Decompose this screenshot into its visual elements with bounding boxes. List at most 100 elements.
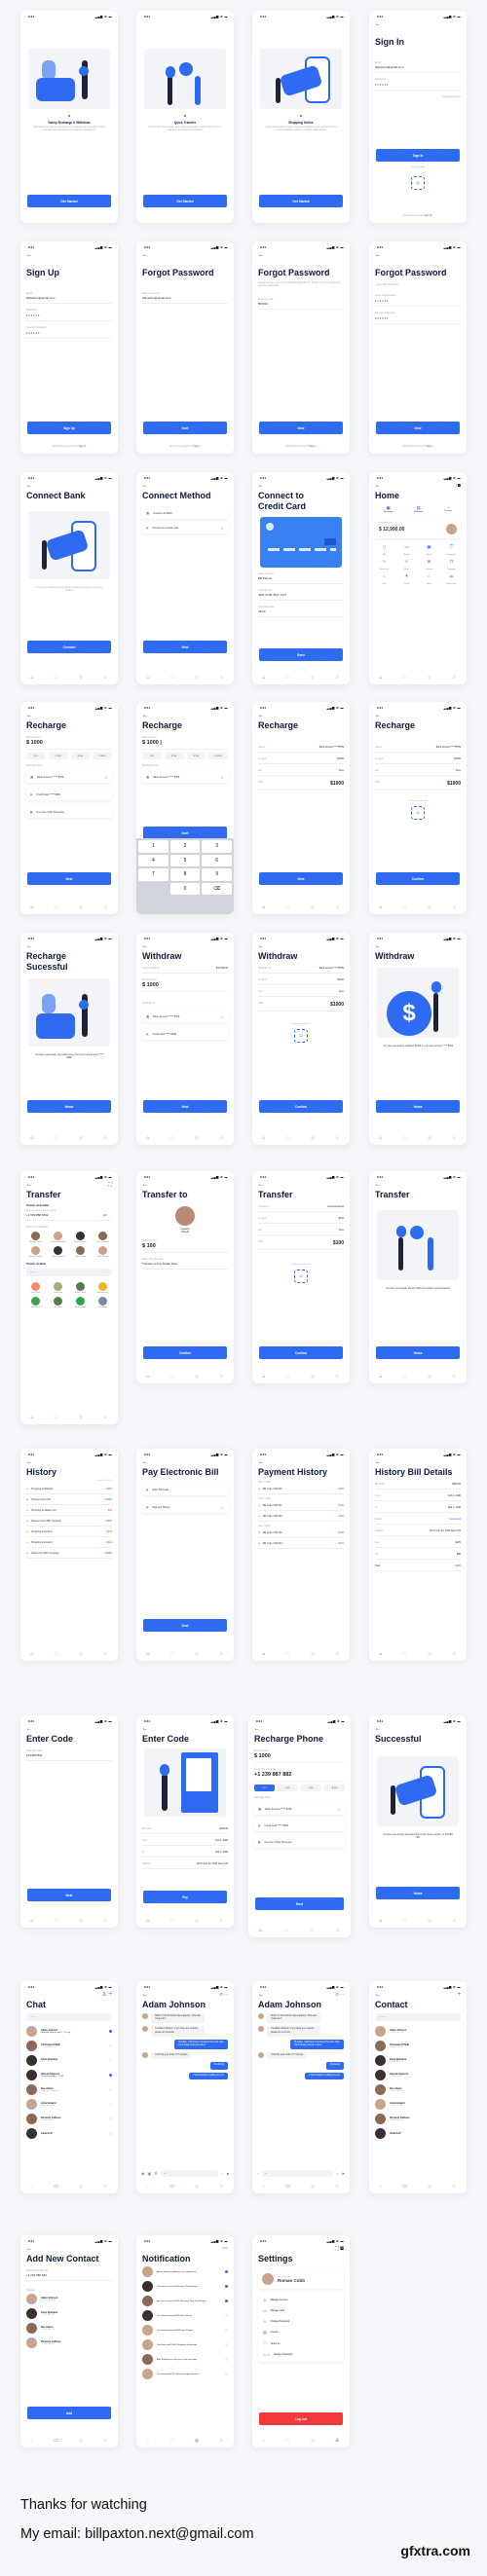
contact-item[interactable]: Christiana O'Neill +1 369 775 322 [369, 2039, 467, 2053]
chat-icon[interactable]: ▭ [285, 1651, 290, 1657]
back-arrow-icon[interactable]: ← [369, 711, 467, 720]
home-icon[interactable]: ⌂ [379, 1374, 382, 1380]
home-icon[interactable]: ⌂ [262, 2184, 265, 2190]
home-icon[interactable]: ⌂ [262, 904, 265, 910]
back-arrow-icon[interactable]: ← [20, 941, 118, 951]
back-arrow-icon[interactable]: ← [20, 250, 118, 260]
home-icon[interactable]: ⌂ [146, 1135, 149, 1141]
recent-contact[interactable]: Gordon Bost [69, 1246, 92, 1258]
back-arrow-icon[interactable]: ← [142, 1992, 148, 1998]
emoji-icon[interactable]: ○ [336, 2171, 338, 2176]
bill-row[interactable]: ⇥ Bill Code 1284724 - $100 [258, 1538, 344, 1549]
chat-item[interactable]: Amal Goff [20, 2126, 118, 2141]
home-icon[interactable]: ⌂ [30, 2438, 33, 2444]
next-button[interactable]: Next [143, 641, 227, 653]
notification-icon[interactable]: ◎ [428, 1918, 431, 1924]
contact-search-input[interactable]: Search ⚲ [375, 2013, 461, 2021]
chip[interactable]: $ 200 [70, 753, 91, 759]
back-arrow-icon[interactable]: ← [252, 941, 350, 951]
profile-icon[interactable]: ♙ [219, 1651, 223, 1657]
phone-call-icon[interactable]: ✆ [220, 1992, 223, 1997]
notification-icon[interactable]: ◎ [428, 1651, 431, 1657]
chat-icon[interactable]: ▭ [283, 1928, 288, 1933]
chip[interactable]: $ 1000 [208, 753, 228, 759]
recent-contact[interactable]: Monte Nasrat [69, 1232, 92, 1243]
chat-icon[interactable]: ▭ [285, 675, 290, 681]
recent-contact[interactable]: Cosmos Armund [47, 1232, 69, 1243]
back-arrow-icon[interactable]: ← [375, 1992, 381, 1998]
phone-field[interactable]: +1 509 888 6632 ▤ [26, 1212, 112, 1221]
chat-item[interactable]: Riccardo Calhoun See you soon [20, 2112, 118, 2126]
profile-icon[interactable]: ♙ [452, 1374, 456, 1380]
notification-icon[interactable]: ◎ [195, 1135, 199, 1141]
message-input[interactable]: Aa [261, 2170, 334, 2177]
sign-in-link[interactable]: Sign In [426, 446, 432, 448]
faceid-icon[interactable]: ☺ [294, 1270, 308, 1283]
back-arrow-icon[interactable]: ← [252, 250, 350, 260]
chat-icon[interactable]: ▭ [169, 1135, 174, 1141]
back-arrow-icon[interactable]: ← [258, 1992, 264, 1998]
home-icon[interactable]: ⌂ [262, 1651, 265, 1657]
suggested-contact[interactable]: Adam Johnson +1 305 530 1002 [20, 2292, 118, 2306]
back-arrow-icon[interactable]: ← [136, 941, 234, 951]
notification-icon[interactable]: ◎ [428, 675, 431, 681]
get-started-button[interactable]: Get Started [259, 195, 343, 207]
notification-item[interactable]: Ane has sent you $ 200. Message: Buy You… [136, 2294, 234, 2308]
chat-icon[interactable]: ▭ [54, 2438, 58, 2444]
notification-icon[interactable]: ◎ [79, 1651, 83, 1657]
withdraw-action[interactable]: ▥ Withdraw [414, 505, 423, 513]
sign-in-link[interactable]: Sign In [193, 446, 200, 448]
chat-item[interactable]: Keira Quintana Ok [20, 2053, 118, 2068]
bank-item[interactable]: Cake Bank [24, 1282, 47, 1294]
notification-icon[interactable]: ◎ [195, 675, 199, 681]
profile-icon[interactable]: ♙ [103, 1918, 107, 1924]
home-icon[interactable]: ⌂ [379, 1918, 382, 1924]
name-on-card-field[interactable]: Bill Paxton [258, 575, 344, 584]
reenter-password-field[interactable]: •••••• [375, 314, 461, 324]
profile-icon[interactable]: ♙ [335, 2438, 339, 2444]
chat-icon[interactable]: ▭ [54, 1135, 58, 1141]
profile-icon[interactable]: ♙ [103, 2438, 107, 2444]
home-icon[interactable]: ⌂ [262, 675, 265, 681]
chip[interactable]: $ 200 [186, 753, 206, 759]
chat-icon[interactable]: ▭ [402, 904, 407, 910]
back-arrow-icon[interactable]: ← [136, 250, 234, 260]
chat-icon[interactable]: ▭ [54, 2184, 58, 2190]
service-internet[interactable]: ⊜ Internet [418, 559, 440, 570]
service-bill[interactable]: ▯ Bill [373, 544, 395, 556]
profile-icon[interactable]: ♙ [335, 675, 339, 681]
chat-icon[interactable]: ▭ [285, 2184, 290, 2190]
chat-icon[interactable]: ▭ [402, 1135, 407, 1141]
back-arrow-icon[interactable]: ← [136, 711, 234, 720]
contact-item[interactable]: Keira Quintana +1 295 242 142 [369, 2053, 467, 2068]
message-input[interactable]: Aa [160, 2170, 219, 2177]
sign-in-link[interactable]: Sign In [79, 446, 86, 448]
source-option[interactable]: ▤ Credit Card ***** 8999 [254, 1820, 345, 1831]
profile-icon[interactable]: ♙ [452, 1135, 456, 1141]
recent-contact[interactable]: Errol Murray [92, 1246, 114, 1258]
notification-icon[interactable]: ◎ [195, 1651, 199, 1657]
chat-icon[interactable]: ▭ [402, 675, 407, 681]
contact-item[interactable]: Anna Howard +1 479 77 819 [369, 2097, 467, 2112]
transaction-row[interactable]: ⇥ Payment from UIB + $1000 [26, 1494, 112, 1505]
notification-icon[interactable]: ◎ [195, 1918, 199, 1924]
backspace-key[interactable]: ⌫ [202, 882, 232, 895]
back-arrow-icon[interactable]: ← [369, 250, 467, 260]
plus-icon[interactable]: + [457, 1992, 461, 1998]
back-arrow-icon[interactable]: ← [252, 481, 350, 491]
source-option[interactable]: 🏛 Bank Account ***** 8789 ✓ [142, 771, 228, 783]
home-button[interactable]: Home [376, 1100, 460, 1113]
contact-item[interactable]: Amal Goff [369, 2126, 467, 2141]
bank-item[interactable]: Money Bank [69, 1297, 92, 1308]
notification-icon[interactable]: ◎ [311, 675, 315, 681]
home-icon[interactable]: ⌂ [30, 1135, 33, 1141]
back-arrow-icon[interactable]: ← [20, 481, 118, 491]
service-merch[interactable]: ▣ Merch [418, 544, 440, 556]
chat-icon[interactable]: ▭ [169, 1918, 174, 1924]
chat-search-input[interactable]: Search ⚲ [26, 2013, 112, 2021]
chat-icon[interactable]: ▭ [402, 1651, 407, 1657]
add-user-icon[interactable]: ♙ [101, 1992, 106, 1998]
amount-field[interactable]: $ 1000 [26, 739, 112, 750]
back-arrow-icon[interactable]: ← [369, 19, 467, 29]
chat-icon[interactable]: ▭ [285, 904, 290, 910]
